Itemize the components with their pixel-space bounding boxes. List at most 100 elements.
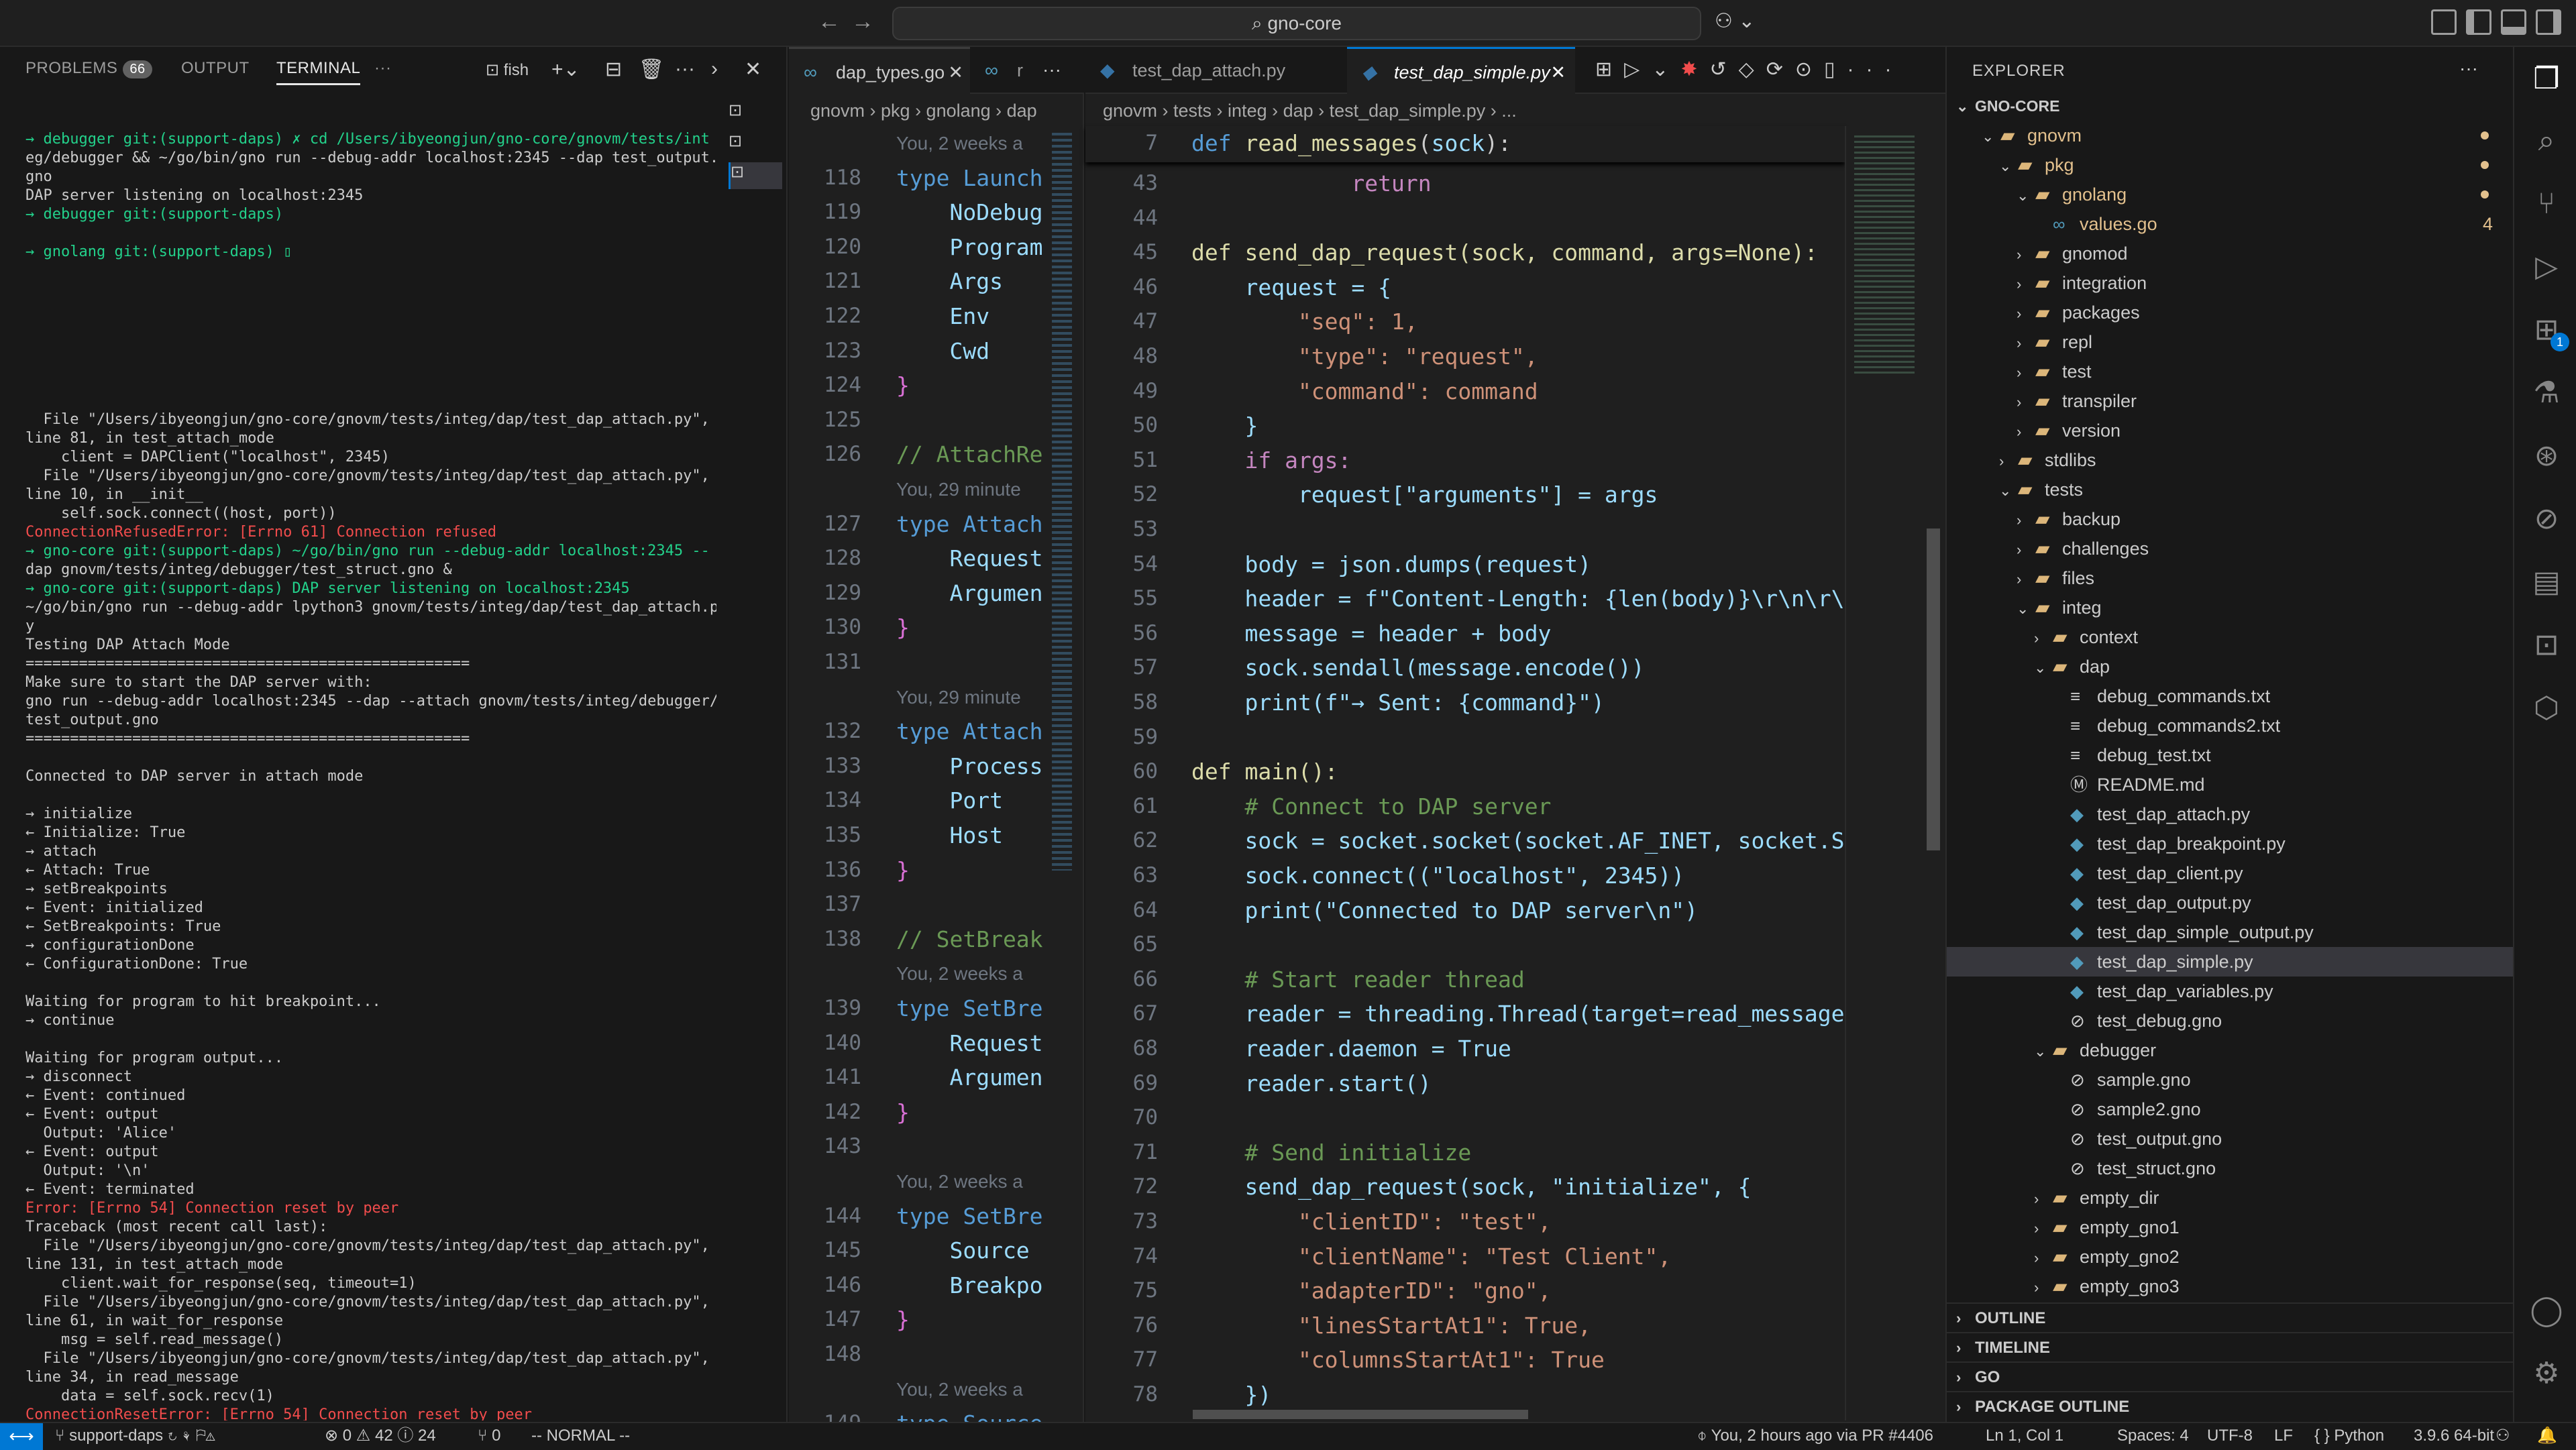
breadcrumb[interactable]: gnovm › pkg › gnolang › dap <box>810 95 1079 126</box>
step-over-icon[interactable]: ⟳ <box>1766 58 1795 80</box>
tree-file[interactable]: ◆ test_dap_variables.py <box>1947 977 2513 1006</box>
close-tab-icon[interactable]: ✕ <box>1550 49 1566 96</box>
close-tab-icon[interactable]: ✕ <box>948 49 963 96</box>
docker-icon[interactable]: ⊡ <box>2528 626 2565 664</box>
tree-file[interactable]: ≡ debug_test.txt <box>1947 740 2513 770</box>
tree-folder[interactable]: › ▰ test <box>1947 357 2513 386</box>
tree-file[interactable]: Ⓜ README.md <box>1947 770 2513 799</box>
customize-layout-icon[interactable] <box>2431 9 2457 35</box>
tree-folder[interactable]: › ▰ challenges <box>1947 534 2513 563</box>
toggle-primary-sidebar-icon[interactable] <box>2466 9 2491 35</box>
settings-gear-icon[interactable]: ⚙ <box>2528 1355 2565 1392</box>
terminal-session-1[interactable]: ⊡ <box>729 101 782 127</box>
explorer-icon[interactable]: ❐ <box>2528 60 2565 98</box>
tab-test-dap-attach[interactable]: ◆ test_dap_attach.py <box>1085 47 1347 94</box>
tree-folder[interactable]: › ▰ version <box>1947 416 2513 445</box>
eol[interactable]: LF <box>2274 1423 2293 1449</box>
back-arrow-icon[interactable]: ← <box>814 7 844 36</box>
tree-folder[interactable]: › ▰ packages <box>1947 298 2513 327</box>
tab-terminal[interactable]: TERMINAL <box>276 59 361 85</box>
debug-icon[interactable]: ✸ <box>1680 58 1709 80</box>
git-blame[interactable]: ⌽ You, 2 hours ago via PR #4406 <box>1697 1423 1933 1449</box>
workspace-root[interactable]: ⌄ GNO-CORE <box>1947 91 2513 121</box>
copilot-status-icon[interactable]: ⚇ <box>2496 1423 2510 1449</box>
run-icon[interactable]: ▷⌄ <box>1624 58 1680 80</box>
terminal-name[interactable]: ⊡ fish <box>486 60 529 80</box>
tree-file[interactable]: ◆ test_dap_simple_output.py <box>1947 917 2513 947</box>
preview-icon[interactable]: ⊞ <box>1595 58 1624 80</box>
tree-file[interactable]: ⊘ sample2.gno <box>1947 1095 2513 1124</box>
tree-folder[interactable]: › ▰ integration <box>1947 268 2513 298</box>
problems-indicator[interactable]: ⊗ 0 ⚠ 42 ⓘ 24 <box>325 1423 436 1449</box>
encoding[interactable]: UTF-8 <box>2207 1423 2253 1449</box>
toggle-secondary-sidebar-icon[interactable] <box>2536 9 2561 35</box>
forward-arrow-icon[interactable]: → <box>848 7 877 36</box>
reload-icon[interactable]: ↺ <box>1710 58 1739 80</box>
sidebar-section[interactable]: › GO <box>1947 1361 2513 1391</box>
remote-explorer-icon[interactable]: ⊘ <box>2528 500 2565 538</box>
panel-more-button[interactable]: ··· <box>374 59 391 78</box>
notifications-icon[interactable]: 🔔 <box>2537 1423 2557 1449</box>
split-terminal-icon[interactable]: ⊟ <box>605 58 622 81</box>
tree-file[interactable]: ◆ test_dap_simple.py <box>1947 947 2513 977</box>
charts-icon[interactable]: ▤ <box>2528 563 2565 601</box>
timeline-icon[interactable]: ⊙ <box>1795 58 1824 80</box>
panel-chevron-icon[interactable]: › <box>711 58 718 80</box>
tree-folder[interactable]: › ▰ transpiler <box>1947 386 2513 416</box>
tree-folder[interactable]: › ▰ backup <box>1947 504 2513 534</box>
tree-folder[interactable]: › ▰ empty_gno3 <box>1947 1272 2513 1301</box>
new-terminal-icon[interactable]: +⌄ <box>551 58 580 81</box>
sticky-scroll-header[interactable]: 7 def read_messages(sock): <box>1085 126 1845 162</box>
source-control-icon[interactable]: ⑂ <box>2528 185 2565 223</box>
terminal-more-icon[interactable]: ··· <box>675 58 695 80</box>
tree-folder[interactable]: ⌄ ▰ gnolang <box>1947 180 2513 209</box>
tree-file[interactable]: ◆ test_dap_output.py <box>1947 888 2513 917</box>
tree-file[interactable]: ⊘ test_debug.gno <box>1947 1006 2513 1036</box>
branch-indicator[interactable]: ⑂ support-daps ↻ ⚘ ⚐⚠ <box>55 1423 215 1449</box>
editor-more-icon[interactable]: ··· <box>1042 59 1061 80</box>
minimap-1[interactable] <box>1044 126 1081 1420</box>
tree-folder[interactable]: › ▰ empty_dir <box>1947 1183 2513 1213</box>
tree-folder[interactable]: › ▰ empty_gno2 <box>1947 1242 2513 1272</box>
tree-folder[interactable]: ⌄ ▰ integ <box>1947 593 2513 622</box>
tree-folder[interactable]: › ▰ gnomod <box>1947 239 2513 268</box>
ports-indicator[interactable]: ⑂ 0 <box>478 1423 500 1449</box>
tab-dap-types-go[interactable]: ∞ dap_types.go ✕ <box>789 47 970 94</box>
extensions-icon[interactable]: ⊞ 1 <box>2528 311 2569 351</box>
sidebar-section[interactable]: › PACKAGE OUTLINE <box>1947 1391 2513 1420</box>
toggle-panel-icon[interactable] <box>2501 9 2526 35</box>
tree-file[interactable]: ≡ debug_commands2.txt <box>1947 711 2513 740</box>
explorer-more-icon[interactable]: ··· <box>2459 58 2478 79</box>
tree-folder[interactable]: ⌄ ▰ debugger <box>1947 1036 2513 1065</box>
close-panel-icon[interactable]: ✕ <box>745 58 761 81</box>
scrollbar-thumb[interactable] <box>1927 528 1940 850</box>
terminal-output[interactable]: → debugger git:(support-daps) ✗ cd /User… <box>25 93 716 1420</box>
editor-more-icon[interactable]: ··· <box>1847 58 1904 80</box>
cursor-position[interactable]: Ln 1, Col 1 <box>1986 1423 2063 1449</box>
tree-folder[interactable]: ⌄ ▰ tests <box>1947 475 2513 504</box>
step-icon[interactable]: ◇ <box>1739 58 1766 80</box>
tree-file[interactable]: ◆ test_dap_attach.py <box>1947 799 2513 829</box>
box-icon[interactable]: ⬡ <box>2528 689 2565 727</box>
git-graph-icon[interactable]: ⊛ <box>2528 437 2565 475</box>
remote-indicator-icon[interactable]: ⟷ <box>0 1423 43 1450</box>
tree-folder[interactable]: › ▰ context <box>1947 622 2513 652</box>
tree-folder[interactable]: › ▰ repl <box>1947 327 2513 357</box>
run-debug-icon[interactable]: ▷ <box>2528 248 2565 286</box>
account-icon[interactable]: ◯ <box>2528 1292 2565 1329</box>
tree-file[interactable]: ◆ test_dap_client.py <box>1947 858 2513 888</box>
tree-file[interactable]: ⊘ test_output.gno <box>1947 1124 2513 1154</box>
kill-terminal-icon[interactable]: 🗑 <box>639 58 664 81</box>
indentation[interactable]: Spaces: 4 <box>2117 1423 2189 1449</box>
tree-folder[interactable]: ⌄ ▰ gnovm <box>1947 121 2513 150</box>
copilot-icon[interactable]: ⚇ ⌄ <box>1715 9 1755 33</box>
tree-file[interactable]: ≡ debug_commands.txt <box>1947 681 2513 711</box>
tree-file[interactable]: ◆ test_dap_breakpoint.py <box>1947 829 2513 858</box>
horizontal-scrollbar[interactable] <box>1193 1410 1528 1419</box>
language-mode[interactable]: { } Python <box>2314 1423 2384 1449</box>
tree-file[interactable]: ⊘ test_struct.gno <box>1947 1154 2513 1183</box>
split-editor-icon[interactable]: ▯ <box>1824 58 1847 80</box>
tree-folder[interactable]: ⌄ ▰ pkg <box>1947 150 2513 180</box>
tree-folder[interactable]: ⌄ ▰ dap <box>1947 652 2513 681</box>
tab-problems[interactable]: PROBLEMS 66 <box>25 59 152 78</box>
